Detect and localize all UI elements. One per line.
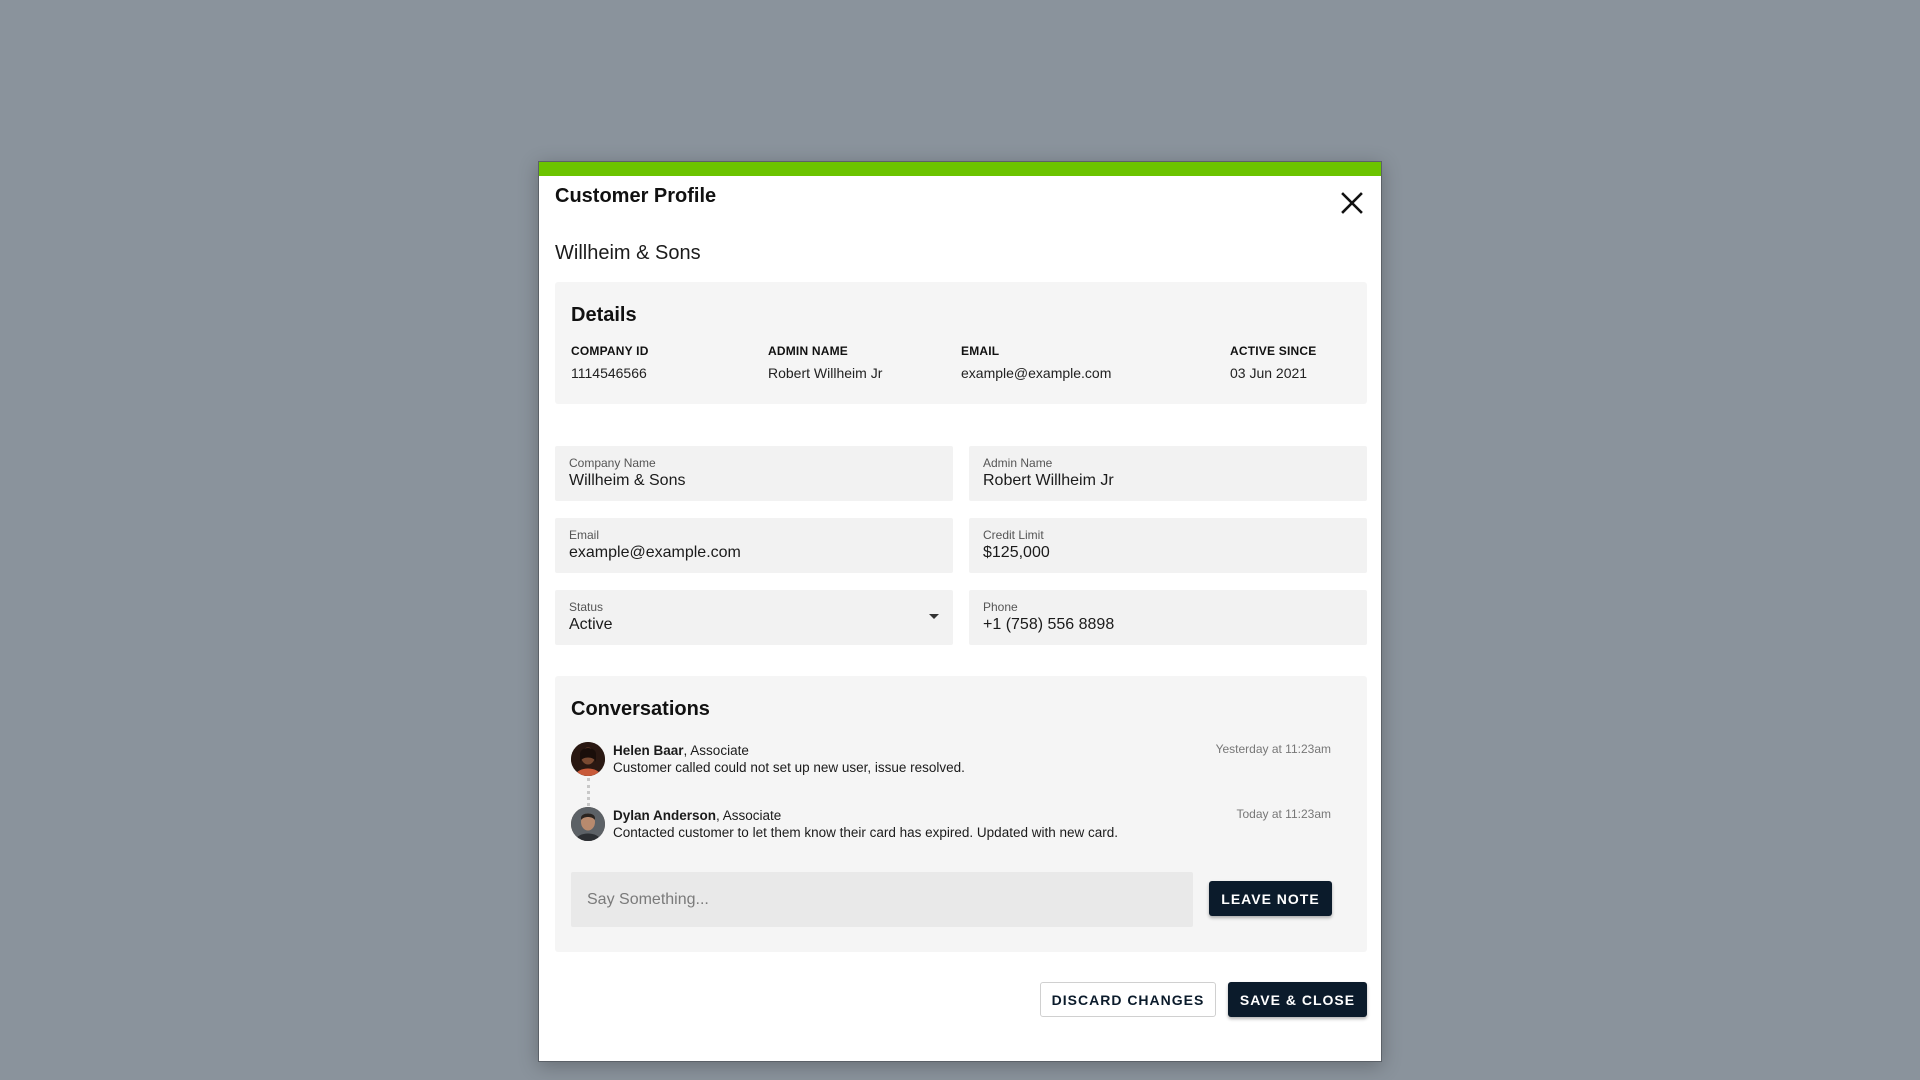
detail-value: Robert Willheim Jr [768, 365, 883, 381]
details-panel: Details COMPANY ID 1114546566 ADMIN NAME… [555, 282, 1367, 404]
conversation-message: Customer called could not set up new use… [613, 760, 965, 775]
field-value: +1 (758) 556 8898 [983, 616, 1115, 633]
phone-field[interactable]: Phone +1 (758) 556 8898 [969, 590, 1367, 645]
author-name: Dylan Anderson [613, 808, 717, 823]
detail-label: EMAIL [961, 344, 1000, 358]
detail-company-id: COMPANY ID 1114546566 [571, 344, 649, 381]
field-value: $125,000 [983, 544, 1050, 561]
email-field[interactable]: Email example@example.com [555, 518, 953, 573]
conversations-title: Conversations [571, 698, 710, 720]
close-button[interactable] [1337, 188, 1367, 218]
credit-limit-field[interactable]: Credit Limit $125,000 [969, 518, 1367, 573]
detail-value: 03 Jun 2021 [1230, 365, 1308, 381]
detail-email: EMAIL example@example.com [961, 344, 1111, 381]
field-label: Email [569, 528, 600, 542]
conversation-message: Contacted customer to let them know thei… [613, 825, 1119, 840]
detail-label: ACTIVE SINCE [1230, 344, 1317, 358]
author-role: , Associate [716, 808, 782, 823]
conversation-text: Dylan Anderson, Associate Contacted cust… [613, 807, 1118, 841]
conversations-panel: Conversations Helen Baar, Associate Cust… [555, 676, 1367, 952]
field-value: Willheim & Sons [569, 472, 686, 489]
field-value: Active [569, 616, 613, 633]
field-value: example@example.com [569, 544, 741, 561]
conversation-item: Helen Baar, Associate Customer called co… [571, 742, 1331, 782]
dialog-title: Customer Profile [555, 185, 717, 207]
conversation-time: Today at 11:23am [1236, 807, 1331, 821]
accent-bar [539, 162, 1381, 176]
discard-changes-button[interactable]: DISCARD CHANGES [1040, 982, 1216, 1017]
avatar-helen-icon [571, 742, 605, 776]
author-role: , Associate [683, 743, 749, 758]
detail-admin-name: ADMIN NAME Robert Willheim Jr [768, 344, 882, 381]
save-and-close-button[interactable]: SAVE & CLOSE [1228, 982, 1367, 1017]
conversation-time: Yesterday at 11:23am [1215, 742, 1331, 756]
customer-profile-dialog: Customer Profile Willheim & Sons Details… [538, 161, 1382, 1062]
field-label: Company Name [569, 456, 656, 470]
conversation-text: Helen Baar, Associate Customer called co… [613, 742, 965, 776]
avatar [571, 742, 605, 776]
detail-label: COMPANY ID [571, 344, 649, 358]
status-select[interactable]: Status Active [555, 590, 953, 645]
details-title: Details [571, 304, 637, 326]
detail-label: ADMIN NAME [768, 344, 848, 358]
leave-note-button[interactable]: LEAVE NOTE [1209, 881, 1332, 916]
company-heading: Willheim & Sons [555, 242, 701, 264]
admin-name-field[interactable]: Admin Name Robert Willheim Jr [969, 446, 1367, 501]
conversation-item: Dylan Anderson, Associate Contacted cust… [571, 807, 1331, 847]
author-name: Helen Baar [613, 743, 684, 758]
field-value: Robert Willheim Jr [983, 472, 1114, 489]
dropdown-arrow-icon [929, 614, 939, 619]
note-input[interactable] [571, 872, 1193, 927]
detail-value: example@example.com [961, 365, 1112, 381]
field-label: Credit Limit [983, 528, 1044, 542]
field-label: Admin Name [983, 456, 1053, 470]
detail-active-since: ACTIVE SINCE 03 Jun 2021 [1230, 344, 1316, 381]
company-name-field[interactable]: Company Name Willheim & Sons [555, 446, 953, 501]
field-label: Phone [983, 600, 1018, 614]
detail-value: 1114546566 [571, 365, 647, 381]
avatar-dylan-icon [571, 807, 605, 841]
avatar [571, 807, 605, 841]
close-icon [1341, 192, 1363, 214]
field-label: Status [569, 600, 604, 614]
timeline-connector [587, 778, 590, 806]
